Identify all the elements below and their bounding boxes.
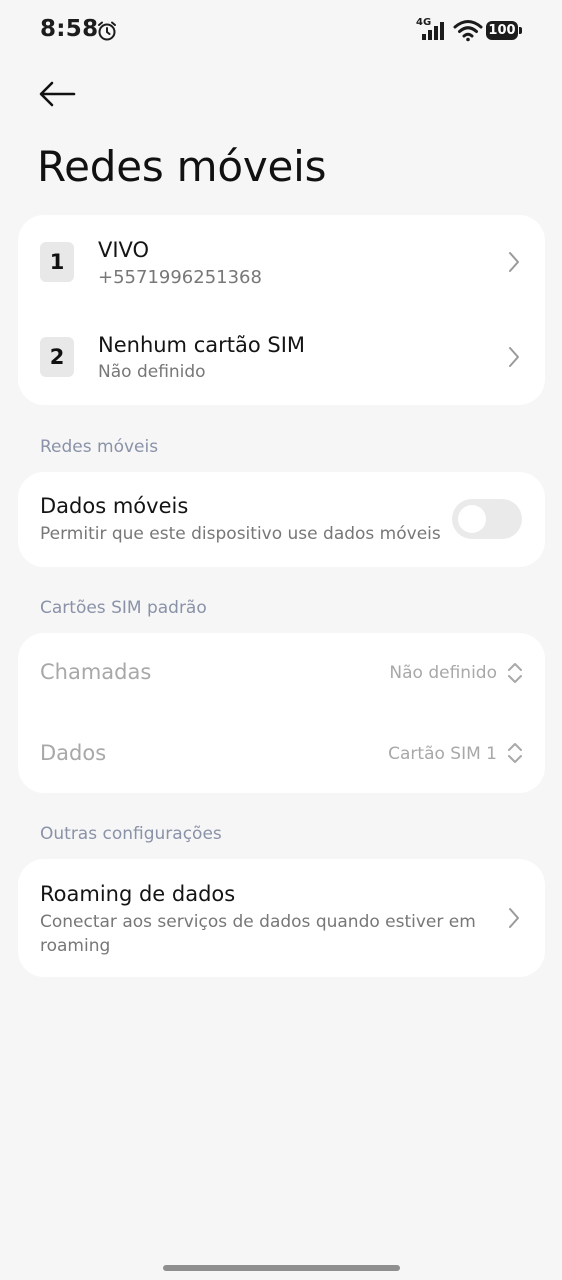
up-down-chevron-icon	[508, 743, 522, 763]
chevron-right-icon	[509, 347, 519, 367]
sim-status: Não definido	[98, 362, 206, 382]
mobile-data-title: Dados móveis	[40, 494, 189, 518]
chevron-right-icon	[509, 252, 519, 272]
status-bar: 8:58 4G 100	[0, 0, 562, 62]
data-roaming-row[interactable]: Roaming de dados Conectar aos serviços d…	[18, 859, 545, 977]
sim-carrier-name: VIVO	[98, 238, 150, 262]
calls-value: Não definido	[389, 663, 497, 683]
sim-item-2[interactable]: 2 Nenhum cartão SIM Não definido	[18, 310, 545, 405]
toggle-knob	[458, 505, 486, 533]
default-calls-row[interactable]: Chamadas Não definido	[18, 633, 545, 713]
battery-tip	[519, 27, 522, 34]
home-indicator[interactable]	[163, 1265, 400, 1271]
data-value: Cartão SIM 1	[388, 744, 497, 764]
default-data-row[interactable]: Dados Cartão SIM 1	[18, 713, 545, 793]
data-label: Dados	[40, 741, 107, 765]
page-title: Redes móveis	[37, 142, 327, 191]
section-header-mobile-networks: Redes móveis	[40, 437, 159, 457]
up-down-chevron-icon	[508, 663, 522, 683]
roaming-title: Roaming de dados	[40, 882, 236, 906]
back-arrow-icon[interactable]	[34, 74, 80, 114]
calls-label: Chamadas	[40, 660, 152, 684]
mobile-data-row[interactable]: Dados móveis Permitir que este dispositi…	[18, 472, 545, 567]
other-settings-card: Roaming de dados Conectar aos serviços d…	[18, 859, 545, 977]
sim-slot-badge: 1	[40, 242, 74, 282]
battery-indicator: 100	[486, 21, 518, 40]
alarm-clock-icon	[98, 21, 116, 41]
sim-slot-badge: 2	[40, 337, 74, 377]
sim-carrier-name: Nenhum cartão SIM	[98, 333, 306, 357]
mobile-data-card: Dados móveis Permitir que este dispositi…	[18, 472, 545, 567]
wifi-icon	[453, 20, 483, 42]
section-header-default-sims: Cartões SIM padrão	[40, 598, 207, 618]
mobile-data-subtitle: Permitir que este dispositivo use dados …	[40, 524, 441, 544]
status-time: 8:58	[40, 16, 99, 42]
sim-item-1[interactable]: 1 VIVO +5571996251368	[18, 215, 545, 310]
default-sims-card: Chamadas Não definido Dados Cartão SIM 1	[18, 633, 545, 793]
roaming-subtitle: Conectar aos serviços de dados quando es…	[40, 912, 476, 956]
sim-phone-number: +5571996251368	[98, 267, 262, 288]
cellular-signal-icon	[422, 22, 444, 40]
section-header-other-settings: Outras configurações	[40, 824, 222, 844]
mobile-data-toggle[interactable]	[452, 499, 522, 539]
sim-list-card: 1 VIVO +5571996251368 2 Nenhum cartão SI…	[18, 215, 545, 405]
chevron-right-icon	[509, 908, 519, 928]
